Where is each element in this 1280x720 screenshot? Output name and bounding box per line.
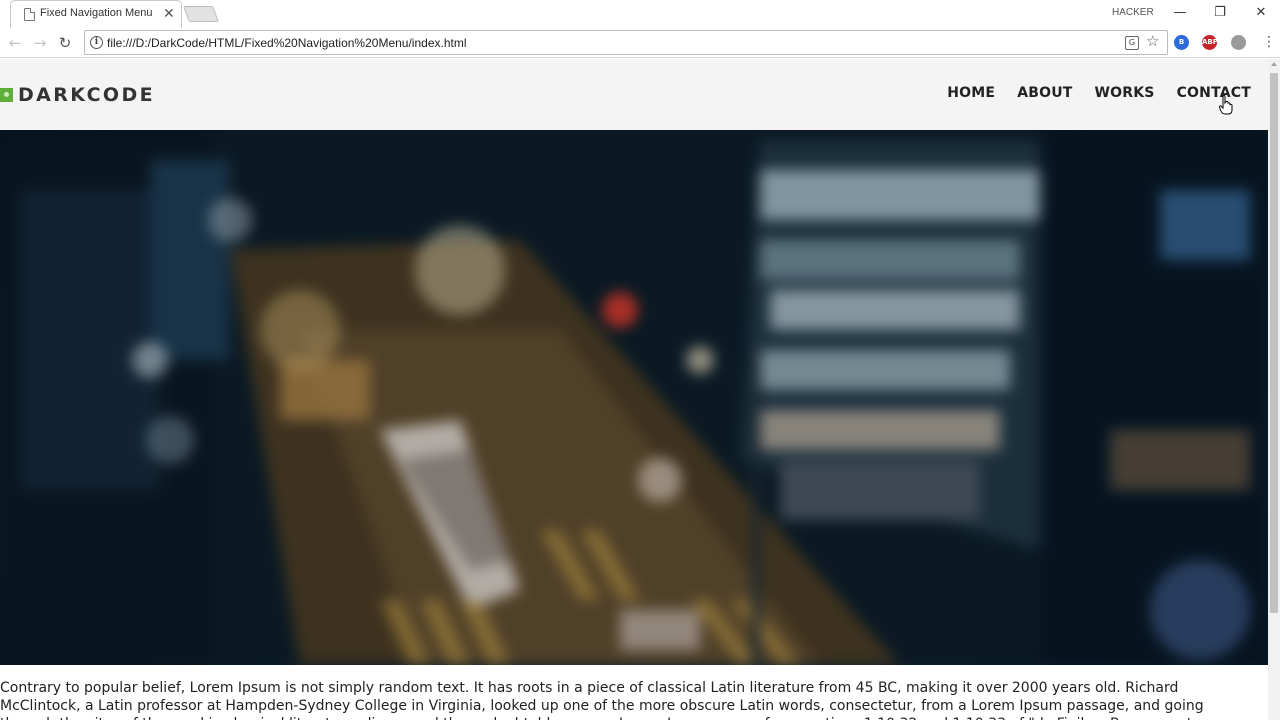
forward-button[interactable]: →: [29, 33, 51, 53]
site-header: DARKCODE HOME ABOUT WORKS CONTACT: [0, 59, 1268, 130]
nav-contact[interactable]: CONTACT: [1177, 85, 1251, 101]
address-bar[interactable]: i G ☆: [84, 30, 1168, 55]
info-icon[interactable]: i: [90, 36, 103, 49]
minimize-button[interactable]: —: [1168, 3, 1192, 23]
new-tab-button[interactable]: [183, 6, 219, 22]
nav-works[interactable]: WORKS: [1095, 85, 1155, 101]
browser-tab[interactable]: Fixed Navigation Menu ✕: [10, 0, 182, 28]
close-window-button[interactable]: ✕: [1249, 3, 1273, 23]
translate-icon[interactable]: G: [1125, 36, 1139, 50]
chrome-menu-icon[interactable]: ⋮: [1262, 33, 1276, 51]
browser-title-bar: Fixed Navigation Menu ✕ HACKER — ❐ ✕: [0, 0, 1280, 28]
browser-toolbar: ← → ↻ i G ☆ B ABP ⋮: [0, 28, 1280, 58]
page-icon: [24, 8, 35, 21]
back-button[interactable]: ←: [4, 33, 26, 53]
hero-image: [0, 130, 1268, 665]
profile-label[interactable]: HACKER: [1112, 7, 1154, 18]
scroll-up-arrow-icon[interactable]: [1271, 62, 1277, 66]
logo-text: DARKCODE: [18, 84, 156, 106]
tab-title: Fixed Navigation Menu: [40, 7, 153, 19]
bookmark-star-icon[interactable]: ☆: [1146, 32, 1159, 50]
page-viewport: DARKCODE HOME ABOUT WORKS CONTACT Contra…: [0, 59, 1268, 720]
reload-button[interactable]: ↻: [54, 33, 76, 53]
extension-icon-1[interactable]: B: [1174, 35, 1189, 50]
restore-button[interactable]: ❐: [1208, 3, 1232, 23]
tab-close-icon[interactable]: ✕: [163, 6, 175, 22]
page-scrollbar[interactable]: [1268, 59, 1280, 720]
hand-cursor-icon: [1219, 95, 1233, 115]
logo-mark-icon: [0, 88, 13, 102]
nav-about[interactable]: ABOUT: [1017, 85, 1072, 101]
extension-icon-3[interactable]: [1231, 35, 1246, 50]
intro-paragraph: Contrary to popular belief, Lorem Ipsum …: [0, 680, 1204, 720]
url-input[interactable]: [107, 34, 1067, 51]
adblock-icon[interactable]: ABP: [1202, 35, 1218, 50]
site-logo[interactable]: DARKCODE: [0, 84, 156, 106]
scroll-thumb[interactable]: [1270, 73, 1278, 613]
city-night-photo: [0, 130, 1268, 665]
nav-home[interactable]: HOME: [947, 85, 995, 101]
main-nav: HOME ABOUT WORKS CONTACT: [947, 85, 1251, 101]
